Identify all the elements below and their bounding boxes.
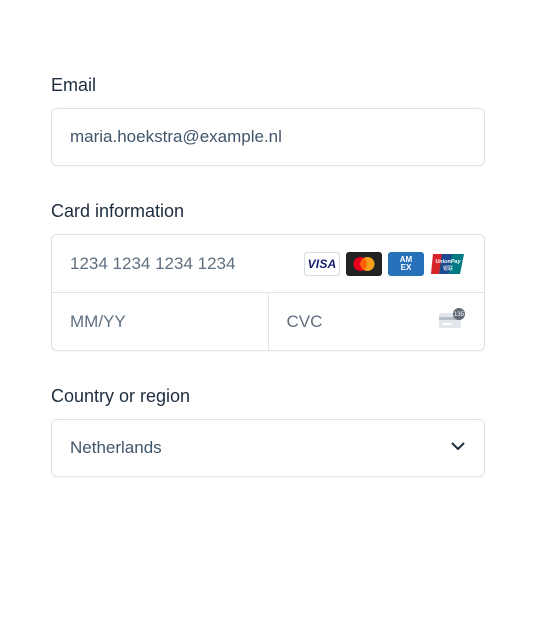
chevron-down-icon bbox=[450, 438, 466, 459]
cvc-input[interactable]: CVC 135 bbox=[269, 293, 485, 350]
mastercard-icon bbox=[346, 251, 382, 276]
country-value: Netherlands bbox=[70, 438, 162, 457]
email-label: Email bbox=[51, 75, 97, 95]
card-row-expiry-cvc: MM/YY CVC 135 bbox=[52, 293, 484, 350]
expiry-input[interactable]: MM/YY bbox=[52, 293, 269, 350]
email-input[interactable]: maria.hoekstra@example.nl bbox=[51, 108, 485, 166]
visa-icon: VISA bbox=[304, 251, 340, 276]
card-number-placeholder: 1234 1234 1234 1234 bbox=[70, 253, 236, 273]
card-brands: VISA AM EX UnionPay 银联 bbox=[304, 251, 466, 276]
unionpay-icon: UnionPay 银联 bbox=[430, 251, 466, 276]
email-group: Email maria.hoekstra@example.nl bbox=[51, 72, 485, 166]
amex-icon: AM EX bbox=[388, 251, 424, 276]
card-information-label: Card information bbox=[51, 201, 185, 221]
payment-form: Email maria.hoekstra@example.nl Card inf… bbox=[51, 72, 485, 477]
svg-text:银联: 银联 bbox=[443, 265, 453, 272]
country-label: Country or region bbox=[51, 386, 191, 406]
country-select[interactable]: Netherlands bbox=[51, 419, 485, 477]
expiry-placeholder: MM/YY bbox=[70, 311, 126, 331]
cvc-card-icon: 135 bbox=[438, 308, 466, 335]
cvc-icon-text: 135 bbox=[454, 312, 465, 318]
card-fields: 1234 1234 1234 1234 VISA AM EX UnionPay … bbox=[51, 234, 485, 351]
svg-text:UnionPay: UnionPay bbox=[435, 259, 461, 265]
card-group: Card information 1234 1234 1234 1234 VIS… bbox=[51, 198, 485, 351]
email-value: maria.hoekstra@example.nl bbox=[70, 127, 282, 146]
amex-icon-text: AM EX bbox=[399, 254, 413, 272]
card-number-input[interactable]: 1234 1234 1234 1234 VISA AM EX UnionPay … bbox=[52, 235, 484, 293]
country-group: Country or region Netherlands bbox=[51, 383, 485, 477]
visa-icon-text: VISA bbox=[307, 256, 337, 271]
cvc-placeholder: CVC bbox=[286, 311, 323, 331]
